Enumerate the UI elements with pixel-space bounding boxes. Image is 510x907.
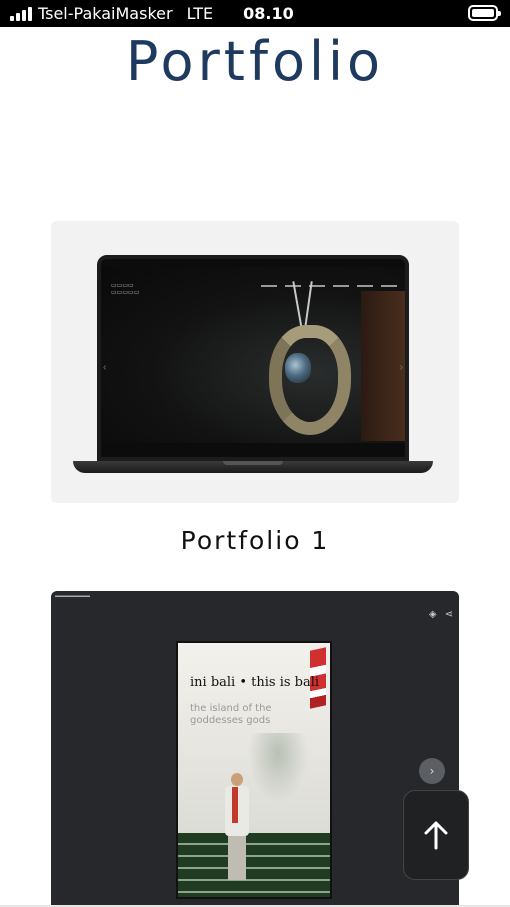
laptop-mockup-image: ▭▭▭▭ ▭▭▭▭▭ ‹ › — [97, 255, 409, 461]
chevron-right-icon: › — [429, 764, 435, 778]
battery-icon — [468, 5, 501, 21]
status-bar: Tsel-PakaiMasker LTE 08.10 — [0, 0, 510, 27]
share-icon: ⋖ — [444, 609, 453, 620]
chevron-left-icon: ‹ — [103, 362, 107, 373]
chevron-right-icon: › — [399, 362, 403, 373]
signal-strength-icon — [10, 6, 32, 21]
network-type: LTE — [186, 4, 214, 23]
portfolio-card-2[interactable]: ▬▬▬▬▬▬▬ ◈ ⋖ ini bali • this is bali the … — [51, 591, 459, 907]
carrier-name: Tsel-PakaiMasker — [38, 4, 173, 23]
preview-subtitle: the island of the goddesses gods — [190, 703, 272, 726]
preview-heading: ini bali • this is bali — [190, 675, 320, 690]
pendant-image — [269, 325, 351, 435]
phone-preview-image: ini bali • this is bali the island of th… — [176, 641, 332, 899]
window-topbar: ▬▬▬▬▬▬▬ — [55, 593, 90, 599]
page-title: Portfolio — [125, 30, 385, 93]
volume-icon: ◈ — [428, 609, 437, 620]
carousel-next-button[interactable]: › — [419, 758, 445, 784]
laptop-base — [73, 461, 433, 473]
portfolio-card-1[interactable]: ▭▭▭▭ ▭▭▭▭▭ ‹ › — [51, 221, 459, 503]
site-logo-image: ▭▭▭▭ ▭▭▭▭▭ — [111, 283, 140, 296]
scroll-to-top-button[interactable] — [403, 790, 469, 880]
arrow-up-icon — [424, 821, 448, 850]
portfolio-item-label[interactable]: Portfolio 1 — [0, 526, 510, 555]
site-nav-image — [261, 285, 397, 287]
preview-toolbar: ◈ ⋖ — [429, 609, 453, 620]
person-image — [222, 773, 252, 883]
status-time: 08.10 — [243, 4, 294, 23]
